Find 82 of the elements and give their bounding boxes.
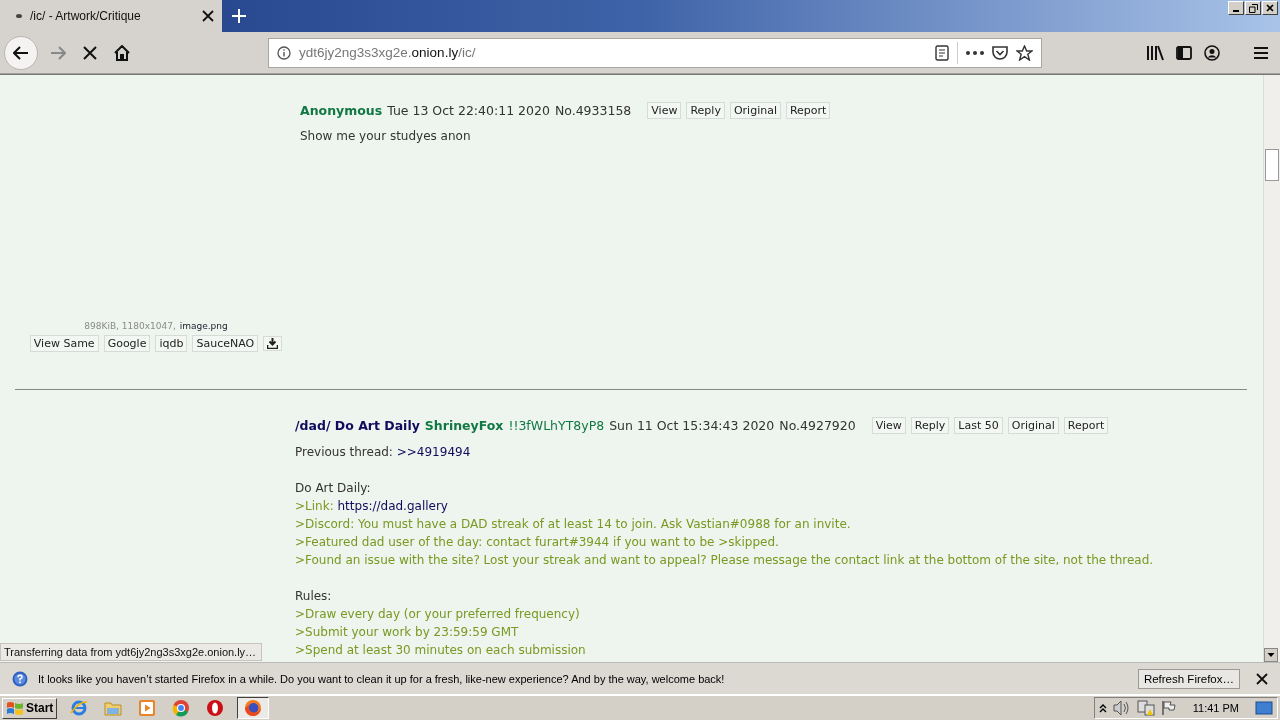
- account-icon[interactable]: [1204, 44, 1220, 61]
- scrollbar[interactable]: [1263, 75, 1280, 662]
- media-player-icon[interactable]: [138, 699, 157, 717]
- poster-name: ShrineyFox: [424, 418, 504, 433]
- image-search-button[interactable]: iqdb: [155, 335, 188, 352]
- greentext: >Link:: [295, 499, 334, 513]
- close-icon[interactable]: [1256, 672, 1268, 685]
- greentext: >Submit your work by 23:59:59 GMT: [295, 625, 519, 639]
- post-link[interactable]: https://dad.gallery: [337, 499, 448, 513]
- reader-view-icon[interactable]: [935, 44, 949, 61]
- scrollbar-thumb[interactable]: [1265, 149, 1279, 181]
- thread-subject: /dad/ Do Art Daily: [295, 418, 420, 433]
- tab-dot-icon: [16, 14, 22, 18]
- ie-icon[interactable]: [70, 699, 89, 717]
- browser-tab[interactable]: /ic/ - Artwork/Critique: [0, 0, 222, 32]
- post-date: Tue 13 Oct 22:40:11 2020: [387, 103, 550, 118]
- post-action-button[interactable]: View: [871, 417, 906, 434]
- stop-icon[interactable]: [83, 45, 97, 60]
- greentext: >Draw every day (or your preferred frequency): [295, 607, 580, 621]
- help-icon: [12, 670, 28, 687]
- greentext: >Spend at least 30 minutes on each submission: [295, 643, 586, 657]
- library-icon[interactable]: [1146, 44, 1164, 61]
- back-arrow-icon: [13, 45, 29, 60]
- post-number[interactable]: No.4927920: [779, 418, 856, 433]
- file-name[interactable]: image.png: [179, 321, 228, 331]
- post-action-button[interactable]: Report: [785, 102, 831, 119]
- refresh-button[interactable]: Refresh Firefox…: [1137, 668, 1240, 689]
- greentext: >Featured dad user of the day: contact furart#3944 if you want to be >skipped.: [295, 535, 779, 549]
- close-icon: [1266, 4, 1274, 12]
- network-warning-icon[interactable]: [1136, 700, 1155, 716]
- scroll-down-icon[interactable]: [1264, 648, 1278, 662]
- restore-icon: [1248, 3, 1258, 13]
- post-link[interactable]: >>4919494: [396, 445, 471, 459]
- download-button[interactable]: [263, 336, 283, 351]
- post-action-button[interactable]: View: [647, 102, 682, 119]
- post-text: Do Art Daily:: [295, 481, 371, 495]
- back-button[interactable]: [4, 35, 38, 70]
- chrome-icon[interactable]: [172, 699, 191, 717]
- greentext: >Discord: You must have a DAD streak of at least 14 to join. Ask Vastian#0988 for an invite.: [295, 517, 851, 531]
- home-icon[interactable]: [114, 44, 130, 61]
- flag-icon[interactable]: [1160, 700, 1177, 716]
- post-date: Sun 11 Oct 15:34:43 2020: [609, 418, 775, 433]
- post-action-button[interactable]: Reply: [686, 102, 725, 119]
- image-search-button[interactable]: SauceNAO: [192, 335, 259, 352]
- post-action-button[interactable]: Original: [1007, 417, 1059, 434]
- post-action-button[interactable]: Original: [729, 102, 781, 119]
- restore-button[interactable]: [1245, 1, 1261, 15]
- sidebar-icon[interactable]: [1176, 45, 1192, 60]
- show-desktop-icon[interactable]: [1255, 700, 1273, 716]
- minimize-button[interactable]: [1228, 1, 1244, 15]
- more-icon[interactable]: [966, 50, 984, 55]
- opera-icon[interactable]: [206, 699, 225, 717]
- start-button[interactable]: Start: [2, 697, 58, 719]
- post-action-button[interactable]: Report: [1063, 417, 1109, 434]
- image-search-button[interactable]: Google: [103, 335, 151, 352]
- post-text: Previous thread:: [295, 445, 393, 459]
- close-icon[interactable]: [202, 10, 214, 22]
- greentext: >Found an issue with the site? Lost your streak and want to appeal? Please message the contact link at the bottom of the site, not the thread.: [295, 553, 1154, 567]
- new-tab-icon[interactable]: [232, 9, 246, 23]
- download-icon: [267, 338, 279, 349]
- speaker-icon[interactable]: [1112, 700, 1131, 716]
- address-bar[interactable]: ydt6jy2ng3s3xg2e.onion.ly/ic/: [268, 37, 1042, 68]
- image-search-button[interactable]: View Same: [29, 335, 99, 352]
- clock: 11:41 PM: [1192, 702, 1239, 714]
- windows-flag-icon: [6, 700, 24, 716]
- post-number[interactable]: No.4933158: [554, 103, 632, 118]
- post-action-button[interactable]: Last 50: [954, 417, 1003, 434]
- file-info: 898KiB, 1180x1047,: [84, 321, 176, 331]
- tripcode: !!3fWLhYT8yP8: [508, 418, 605, 433]
- post-text: Show me your studyes anon: [300, 129, 471, 143]
- close-window-button[interactable]: [1262, 1, 1278, 15]
- firefox-icon[interactable]: [244, 699, 263, 717]
- status-text: Transferring data from ydt6jy2ng3s3xg2e.onion.ly…: [0, 643, 262, 661]
- star-icon[interactable]: [1016, 44, 1033, 61]
- chevron-up-icon[interactable]: [1098, 703, 1107, 713]
- menu-icon[interactable]: [1254, 46, 1268, 59]
- info-icon[interactable]: [277, 45, 291, 60]
- post-action-button[interactable]: Reply: [910, 417, 950, 434]
- poster-name: Anonymous: [300, 103, 383, 118]
- post-text: Rules:: [295, 589, 332, 603]
- pocket-icon[interactable]: [992, 45, 1008, 60]
- notification-message: It looks like you haven’t started Firefox in a while. Do you want to clean it up for a fresh, like-new experience? And by the way, welcome back!: [38, 672, 726, 685]
